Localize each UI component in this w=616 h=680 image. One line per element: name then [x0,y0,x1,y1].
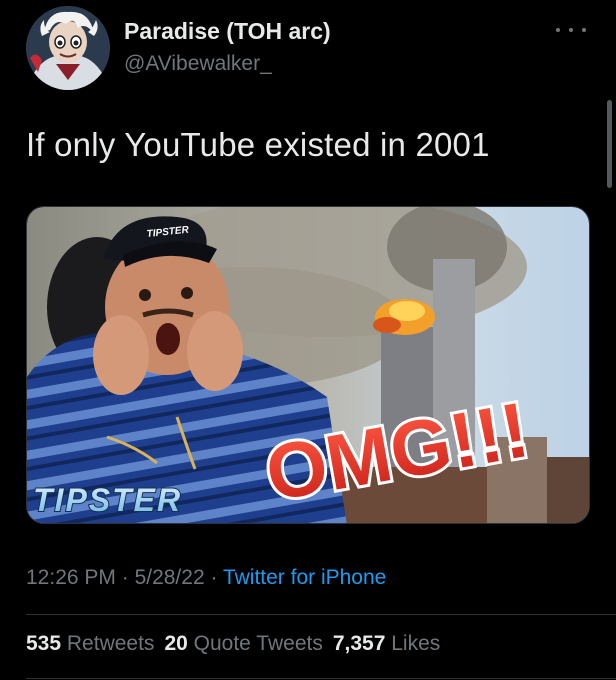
author-display-name[interactable]: Paradise (TOH arc) [124,18,331,45]
dot [569,28,573,32]
thumbnail-image: TIPSTER OMG!!! TIPSTER [27,207,589,523]
dot [582,28,586,32]
likes-label: Likes [391,632,441,655]
tweet-text: If only YouTube existed in 2001 [26,126,490,163]
meta-separator: · [115,566,135,589]
likes-stat[interactable]: 7,357 Likes [333,632,440,655]
author-handle[interactable]: @AVibewalker_ [124,52,272,76]
divider [26,678,616,679]
dot [556,28,560,32]
quote-tweets-label: Quote Tweets [193,632,323,655]
retweets-stat[interactable]: 535 Retweets [26,632,154,655]
tweet-media-image[interactable]: TIPSTER OMG!!! TIPSTER [26,206,590,524]
divider [26,614,616,615]
likes-count: 7,357 [332,632,386,655]
engagement-stats: 535 Retweets 20 Quote Tweets 7,357 Likes [26,632,440,656]
cartoon-character-avatar-icon [26,6,110,90]
retweets-count: 535 [26,632,62,655]
tweet-time[interactable]: 12:26 PM [26,566,116,589]
retweets-label: Retweets [66,632,155,655]
quote-tweets-stat[interactable]: 20 Quote Tweets [164,632,322,655]
tipster-brand-text: TIPSTER [33,482,182,518]
more-options-icon[interactable] [556,20,586,40]
quote-tweets-count: 20 [164,632,188,655]
tweet-date[interactable]: 5/28/22 [135,566,205,589]
avatar[interactable] [26,6,110,90]
scrollbar[interactable] [607,100,612,188]
tweet-meta: 12:26 PM · 5/28/22 · Twitter for iPhone [26,566,386,590]
meta-separator: · [204,566,223,589]
tweet-source-link[interactable]: Twitter for iPhone [223,566,386,589]
